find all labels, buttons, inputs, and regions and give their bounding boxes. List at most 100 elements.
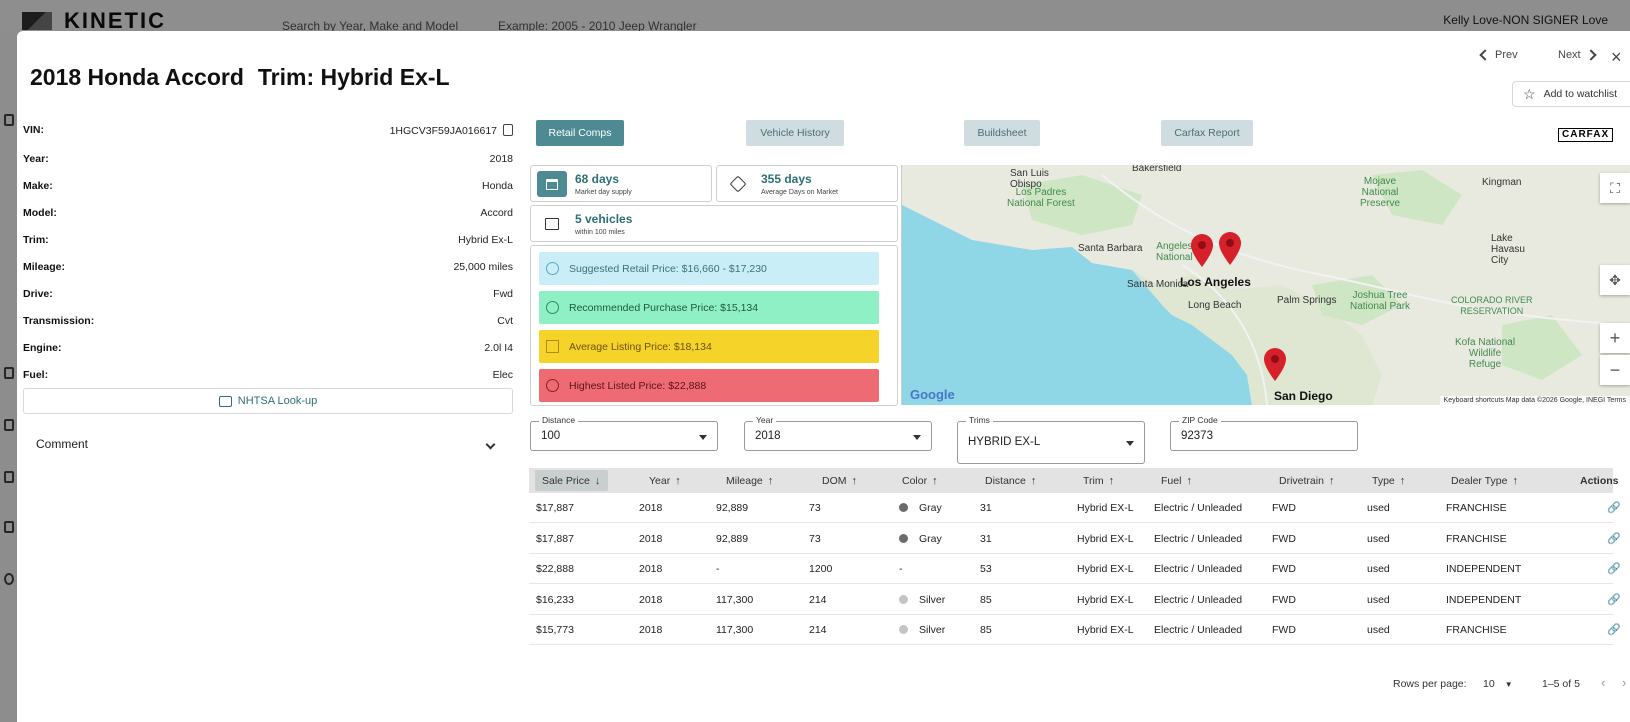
map-label-long-beach: Long Beach	[1188, 300, 1242, 311]
caret-down-icon	[1126, 441, 1134, 446]
link-icon[interactable]: 🔗	[1607, 532, 1621, 545]
header-actions: Actions	[1580, 475, 1619, 487]
table-row: $16,233 2018 117,300 214 Silver 85 Hybrid EX-L…	[529, 585, 1630, 615]
next-button[interactable]: Next	[1558, 49, 1597, 61]
cell-color: Silver	[899, 624, 945, 636]
spec-row-make: Make: Honda	[23, 180, 513, 192]
link-icon[interactable]: 🔗	[1607, 623, 1621, 636]
spec-row-transmission: Transmission: Cvt	[23, 315, 513, 327]
add-to-watchlist-button[interactable]: ☆ Add to watchlist	[1512, 81, 1630, 107]
tab-vehicle-history[interactable]: Vehicle History	[746, 120, 844, 146]
cell-mileage: 92,889	[716, 502, 749, 514]
suggested-price: Suggested Retail Price: $16,660 - $17,23…	[539, 252, 879, 285]
link-icon[interactable]: 🔗	[1607, 593, 1621, 606]
tab-retail-comps[interactable]: Retail Comps	[536, 120, 624, 146]
highest-price-label: Highest Listed Price: $22,888	[569, 379, 707, 392]
cell-color: -	[899, 563, 903, 575]
zoom-in-icon[interactable]: +	[1600, 323, 1630, 353]
comment-label: Comment	[36, 437, 89, 451]
distance-select[interactable]: Distance 100	[530, 415, 718, 451]
color-swatch	[899, 625, 908, 634]
header-trim[interactable]: Trim ↑	[1083, 475, 1114, 487]
trims-select[interactable]: Trims HYBRID EX-L	[957, 415, 1145, 464]
header-type[interactable]: Type ↑	[1372, 475, 1405, 487]
arrow-up-icon: ↑	[1186, 475, 1192, 487]
vehicles-card: 5 vehicles within 100 miles	[530, 205, 898, 242]
link-icon[interactable]: 🔗	[1607, 562, 1621, 575]
table-row: $17,887 2018 92,889 73 Gray 31 Hybrid EX-L Elec…	[529, 493, 1630, 523]
spec-value: Cvt	[497, 315, 513, 327]
map-attribution[interactable]: Keyboard shortcuts Map data ©2026 Google…	[1439, 396, 1630, 405]
cell-type: used	[1367, 624, 1390, 636]
spec-row-year: Year: 2018	[23, 153, 513, 165]
tab-carfax-report[interactable]: Carfax Report	[1161, 120, 1253, 146]
color-name: -	[899, 563, 903, 575]
cell-type: used	[1367, 532, 1390, 545]
spec-row-vin: VIN: 1HGCV3F59JA016617	[23, 124, 513, 137]
average-price-label: Average Listing Price: $18,134	[569, 340, 712, 353]
zoom-out-icon[interactable]: −	[1600, 355, 1630, 385]
header-year[interactable]: Year ↑	[649, 475, 681, 487]
nhtsa-lookup-button[interactable]: NHTSA Look-up	[23, 388, 513, 414]
color-name: Silver	[919, 593, 946, 606]
cell-price: $22,888	[536, 563, 574, 575]
year-select[interactable]: Year 2018	[744, 415, 932, 451]
page-next-icon[interactable]: ›	[1622, 675, 1626, 690]
cell-dealer: FRANCHISE	[1446, 532, 1507, 545]
arrow-up-icon: ↑	[932, 475, 938, 487]
prev-button[interactable]: Prev	[1479, 49, 1518, 61]
trims-label: Trims	[966, 415, 993, 425]
cell-fuel: Electric / Unleaded	[1154, 624, 1243, 636]
header-drivetrain[interactable]: Drivetrain ↑	[1279, 475, 1334, 487]
cell-price: $15,773	[536, 624, 574, 636]
zip-code-input[interactable]: ZIP Code 92373	[1170, 415, 1358, 451]
spec-value: Honda	[482, 180, 513, 192]
cell-dom: 73	[809, 502, 821, 514]
cell-trim: Hybrid EX-L	[1077, 532, 1134, 545]
rows-per-page-select[interactable]: 10 ▼	[1483, 678, 1513, 690]
arrow-up-icon: ↑	[1399, 475, 1406, 487]
market-days-card: 68 days Market day supply	[530, 165, 712, 202]
cell-drive: FWD	[1272, 593, 1296, 606]
close-icon[interactable]: ×	[1611, 47, 1622, 68]
link-icon[interactable]: 🔗	[1607, 501, 1621, 514]
header-sale-price[interactable]: Sale Price ↓	[542, 475, 600, 487]
cell-color: Gray	[899, 502, 942, 514]
market-days-label: Market day supply	[575, 189, 632, 196]
highest-price: Highest Listed Price: $22,888	[539, 369, 879, 402]
spec-value: Fwd	[493, 288, 513, 300]
car-search-icon	[218, 395, 232, 407]
spec-key: Transmission:	[23, 315, 95, 327]
page-prev-icon[interactable]: ‹	[1601, 675, 1605, 690]
copy-icon[interactable]	[503, 124, 513, 136]
cell-type: used	[1367, 502, 1390, 514]
header-dealer-type[interactable]: Dealer Type ↑	[1451, 475, 1518, 487]
header-mileage[interactable]: Mileage ↑	[726, 475, 773, 487]
cell-dom: 214	[809, 624, 827, 636]
header-color[interactable]: Color ↑	[902, 475, 938, 487]
cell-fuel: Electric / Unleaded	[1154, 593, 1243, 606]
comps-map[interactable]: San Luis Obispo Bakersfield Los Padres N…	[901, 165, 1630, 405]
camera-control-icon[interactable]: ✥	[1600, 265, 1630, 295]
cell-year: 2018	[639, 563, 663, 575]
check-circle-icon	[546, 301, 559, 314]
rows-per-page-label: Rows per page:	[1393, 678, 1467, 690]
market-days-value: 68 days	[575, 172, 620, 186]
spec-key: Model:	[23, 207, 57, 219]
table-row: $17,887 2018 92,889 73 Gray 31 Hybrid EX-L Elec…	[529, 524, 1630, 554]
chevron-left-icon	[1479, 49, 1491, 61]
cell-dealer: INDEPENDENT	[1446, 593, 1522, 606]
spec-value: 2.0l I4	[484, 342, 513, 354]
comment-accordion[interactable]: Comment	[36, 437, 498, 451]
spec-row-trim: Trim: Hybrid Ex-L	[23, 234, 513, 246]
header-distance[interactable]: Distance ↑	[985, 475, 1036, 487]
header-dom[interactable]: DOM ↑	[822, 475, 857, 487]
fullscreen-icon[interactable]: ⛶	[1600, 173, 1630, 203]
arrow-up-icon: ↑	[1512, 475, 1518, 487]
arrow-up-icon: ↑	[1030, 475, 1037, 487]
tab-buildsheet[interactable]: Buildsheet	[964, 120, 1040, 146]
header-fuel[interactable]: Fuel ↑	[1161, 475, 1192, 487]
cell-dom: 1200	[809, 563, 833, 575]
table-row: $22,888 2018 - 1200 - 53 Hybrid EX-L Electric /…	[529, 554, 1630, 584]
color-name: Gray	[919, 502, 942, 514]
